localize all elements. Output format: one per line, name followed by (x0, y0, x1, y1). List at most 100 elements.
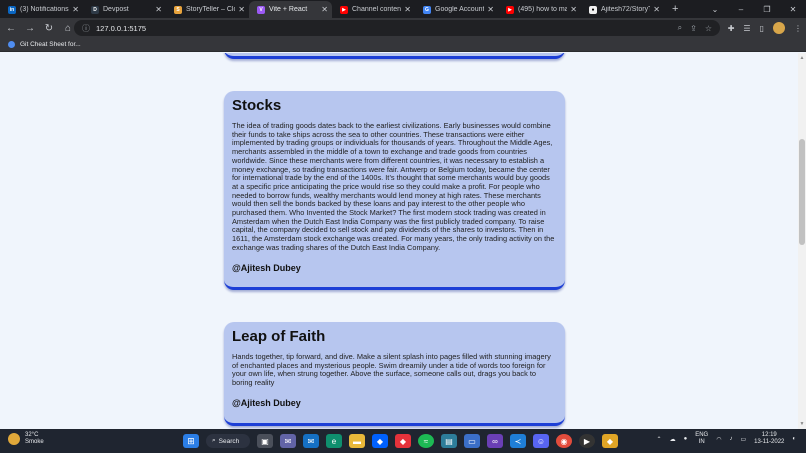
weather-widget[interactable]: 32°C Smoke (8, 432, 44, 446)
browser-tab[interactable]: ▶ (495) how to mak ✕ (498, 1, 581, 18)
close-tab-icon[interactable]: ✕ (404, 5, 411, 14)
mail-icon[interactable]: ✉ (303, 434, 319, 448)
bookmark-favicon-icon (8, 41, 15, 48)
extensions-icon[interactable]: ✚ (728, 24, 735, 33)
close-tab-icon[interactable]: ✕ (155, 5, 162, 14)
terminal-icon[interactable]: ▤ (441, 434, 457, 448)
devpost-icon: D (91, 5, 99, 14)
youtube-icon: ▶ (506, 5, 514, 14)
close-tab-icon[interactable]: ✕ (653, 5, 660, 14)
scroll-thumb[interactable] (799, 139, 805, 245)
chrome-icon[interactable]: ◉ (556, 434, 572, 448)
scroll-up-icon[interactable]: ▲ (799, 55, 805, 61)
volume-icon[interactable]: ♪ (729, 436, 732, 442)
notification-icon[interactable]: ◐ (792, 436, 796, 442)
tab-title: Google Account (435, 6, 485, 13)
tab-strip: in (3) Notifications | ✕ D Devpost ✕ S StoryTel… (0, 0, 806, 18)
browser-tab[interactable]: ▶ Channel content ✕ (332, 1, 415, 18)
browser-tab[interactable]: G Google Account ✕ (415, 1, 498, 18)
youtube-icon: ▶ (340, 5, 348, 14)
menu-icon[interactable]: ⋮ (794, 24, 802, 33)
minimize-button[interactable]: – (728, 5, 754, 14)
browser-tab[interactable]: in (3) Notifications | ✕ (0, 1, 83, 18)
close-window-button[interactable]: ✕ (780, 5, 806, 14)
cloud-icon[interactable]: ☁ (670, 436, 676, 443)
battery-icon[interactable]: ▭ (740, 436, 746, 443)
bookmark-star-icon[interactable]: ☆ (705, 24, 712, 33)
browser-tab[interactable]: ● Ajitesh72/StoryTe ✕ (581, 1, 664, 18)
page-viewport: Stocks The idea of trading goods dates b… (0, 53, 798, 429)
dropbox-icon[interactable]: ◆ (372, 434, 388, 448)
spotify-icon[interactable]: ≈ (418, 434, 434, 448)
browser-toolbar: ← → ↻ ⌂ ⓘ 127.0.0.1:5175 ⌕ ⇪ ☆ ✚ ☰ ▯ ⋮ (0, 18, 806, 38)
close-tab-icon[interactable]: ✕ (72, 5, 79, 14)
browser-tab[interactable]: V Vite + React ✕ (249, 1, 332, 18)
wifi-icon[interactable]: ◠ (716, 436, 721, 443)
tab-title: (495) how to mak (518, 6, 568, 13)
media-player-icon[interactable]: ▶ (579, 434, 595, 448)
tab-title: Channel content (352, 6, 402, 13)
language-code: ENG (695, 432, 709, 438)
discord-icon[interactable]: ☺ (533, 434, 549, 448)
weather-temperature: 32°C (25, 432, 39, 438)
task-view-icon[interactable]: ▣ (257, 434, 273, 448)
tab-title: (3) Notifications | (20, 6, 70, 13)
maximize-button[interactable]: ❐ (754, 5, 780, 14)
zoom-icon[interactable]: ⌕ (678, 23, 682, 33)
story-card: Leap of Faith Hands together, tip forwar… (224, 322, 565, 426)
story-body: Hands together, tip forward, and dive. M… (232, 352, 551, 388)
microphone-icon[interactable]: ● (684, 436, 688, 442)
page-scrollbar[interactable]: ▲ ▼ (798, 53, 806, 429)
back-button[interactable]: ← (3, 20, 19, 36)
side-panel-icon[interactable]: ▯ (760, 24, 764, 33)
address-text: 127.0.0.1:5175 (96, 23, 147, 33)
close-tab-icon[interactable]: ✕ (570, 5, 577, 14)
tab-title: Ajitesh72/StoryTe (601, 6, 651, 13)
close-tab-icon[interactable]: ✕ (487, 5, 494, 14)
start-icon[interactable]: ⊞ (183, 434, 199, 448)
reload-button[interactable]: ↻ (41, 20, 57, 36)
taskbar-search[interactable]: ⌕ Search (206, 434, 250, 448)
visual-studio-icon[interactable]: ∞ (487, 434, 503, 448)
tab-title: StoryTeller – Clou (186, 6, 235, 13)
language-indicator[interactable]: ENG IN (695, 432, 708, 446)
bookmark-git-cheat-sheet[interactable]: Git Cheat Sheet for... (20, 41, 81, 48)
scroll-down-icon[interactable]: ▼ (799, 421, 805, 427)
tray-overflow-icon[interactable]: ⌃ (657, 436, 662, 443)
share-icon[interactable]: ⇪ (690, 24, 697, 33)
vscode-icon[interactable]: ≺ (510, 434, 526, 448)
github-icon: ● (589, 5, 597, 14)
file-explorer-icon[interactable]: ▬ (349, 434, 365, 448)
close-tab-icon[interactable]: ✕ (321, 5, 328, 14)
monitor-icon[interactable]: ▭ (464, 434, 480, 448)
story-author: @Ajitesh Dubey (232, 397, 301, 408)
site-info-icon[interactable]: ⓘ (82, 23, 90, 34)
story-card-previous (224, 53, 565, 59)
google-icon: G (423, 5, 431, 14)
chat-icon[interactable]: ✉ (280, 434, 296, 448)
address-bar[interactable]: ⓘ 127.0.0.1:5175 ⌕ ⇪ ☆ (74, 20, 720, 36)
tab-title: Devpost (103, 6, 129, 13)
linkedin-icon: in (8, 5, 16, 14)
clock-time: 12:19 (761, 432, 777, 438)
close-tab-icon[interactable]: ✕ (238, 5, 245, 14)
edge-icon[interactable]: e (326, 434, 342, 448)
window-controls: ⌄ – ❐ ✕ (702, 0, 806, 18)
tab-search-icon[interactable]: ⌄ (702, 5, 728, 14)
story-card: Stocks The idea of trading goods dates b… (224, 91, 565, 290)
weather-icon (8, 433, 20, 445)
browser-tab[interactable]: D Devpost ✕ (83, 1, 166, 18)
app-red-icon[interactable]: ◆ (395, 434, 411, 448)
reading-list-icon[interactable]: ☰ (743, 24, 750, 33)
story-author: @Ajitesh Dubey (232, 262, 301, 273)
profile-avatar[interactable] (773, 22, 785, 34)
weather-condition: Smoke (25, 439, 44, 445)
storyteller-icon: S (174, 5, 182, 14)
app-yellow-icon[interactable]: ◆ (602, 434, 618, 448)
taskbar: 32°C Smoke ⊞ ⌕ Search ▣ ✉ ✉ e ▬ ◆ ◆ ≈ ▤ ▭… (0, 429, 806, 453)
new-tab-button[interactable]: + (672, 3, 678, 15)
bookmarks-bar: Git Cheat Sheet for... (0, 38, 806, 52)
clock[interactable]: 12:19 13-11-2022 (754, 432, 784, 446)
browser-tab[interactable]: S StoryTeller – Clou✕ (166, 1, 249, 18)
forward-button[interactable]: → (22, 20, 38, 36)
